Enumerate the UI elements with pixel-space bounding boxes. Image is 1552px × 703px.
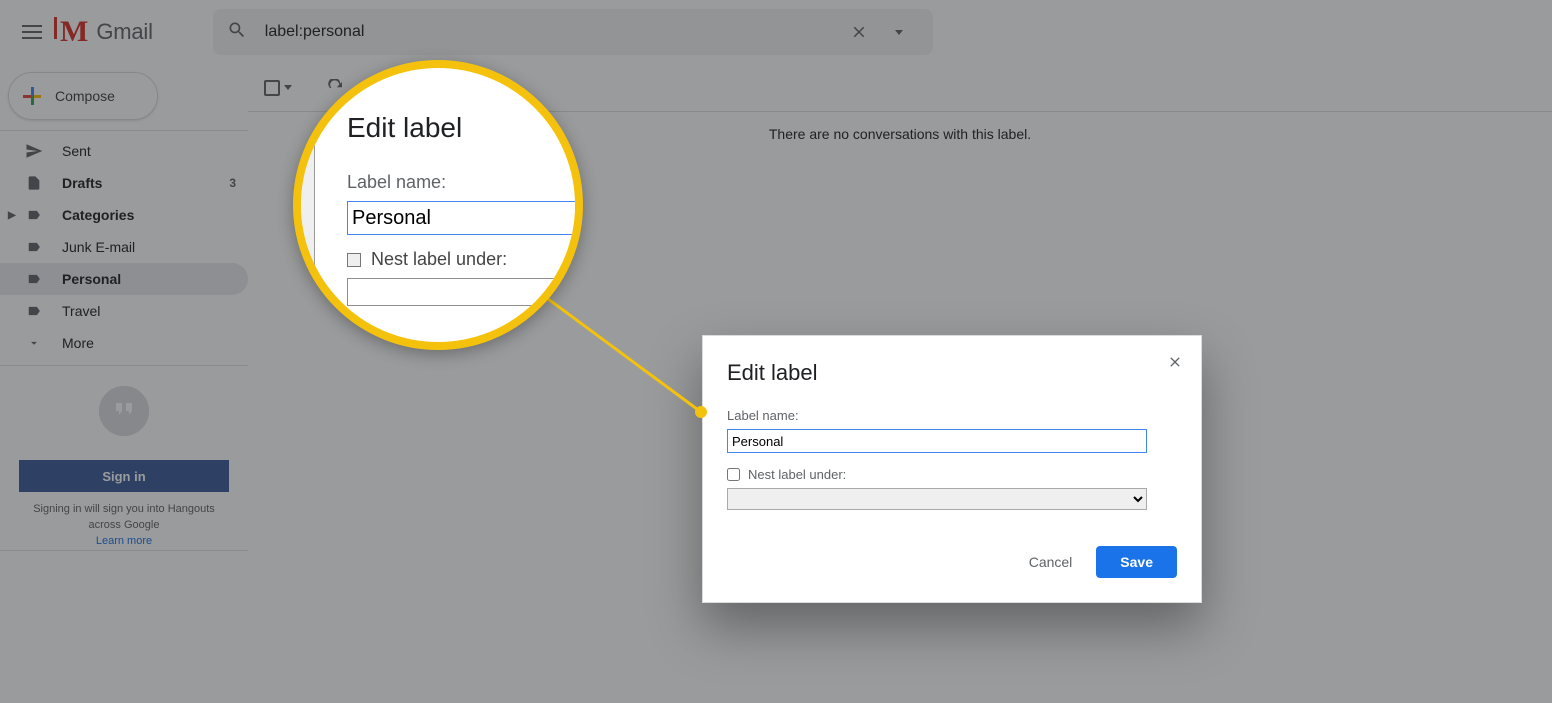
label-name-input[interactable] [727, 429, 1147, 453]
magnified-dialog-title: Edit label [347, 112, 575, 144]
magnified-nest-caption: Nest label under: [371, 249, 507, 270]
cancel-button[interactable]: Cancel [1013, 546, 1089, 578]
dialog-close-button[interactable] [1163, 350, 1187, 374]
nest-label-checkbox[interactable] [727, 468, 740, 481]
nest-parent-select[interactable] [727, 488, 1147, 510]
magnified-label-input [347, 201, 577, 235]
nest-label-caption: Nest label under: [748, 467, 846, 482]
magnified-select [347, 278, 577, 306]
save-button[interactable]: Save [1096, 546, 1177, 578]
magnified-field-label: Label name: [347, 172, 575, 193]
edit-label-dialog: Edit label Label name: Nest label under:… [702, 335, 1202, 603]
dialog-title: Edit label [727, 360, 1177, 386]
nest-label-row[interactable]: Nest label under: [727, 467, 1177, 482]
magnified-checkbox-icon [347, 253, 361, 267]
magnifier-callout: Edit label Label name: Nest label under: [293, 60, 583, 350]
label-name-caption: Label name: [727, 408, 1177, 423]
